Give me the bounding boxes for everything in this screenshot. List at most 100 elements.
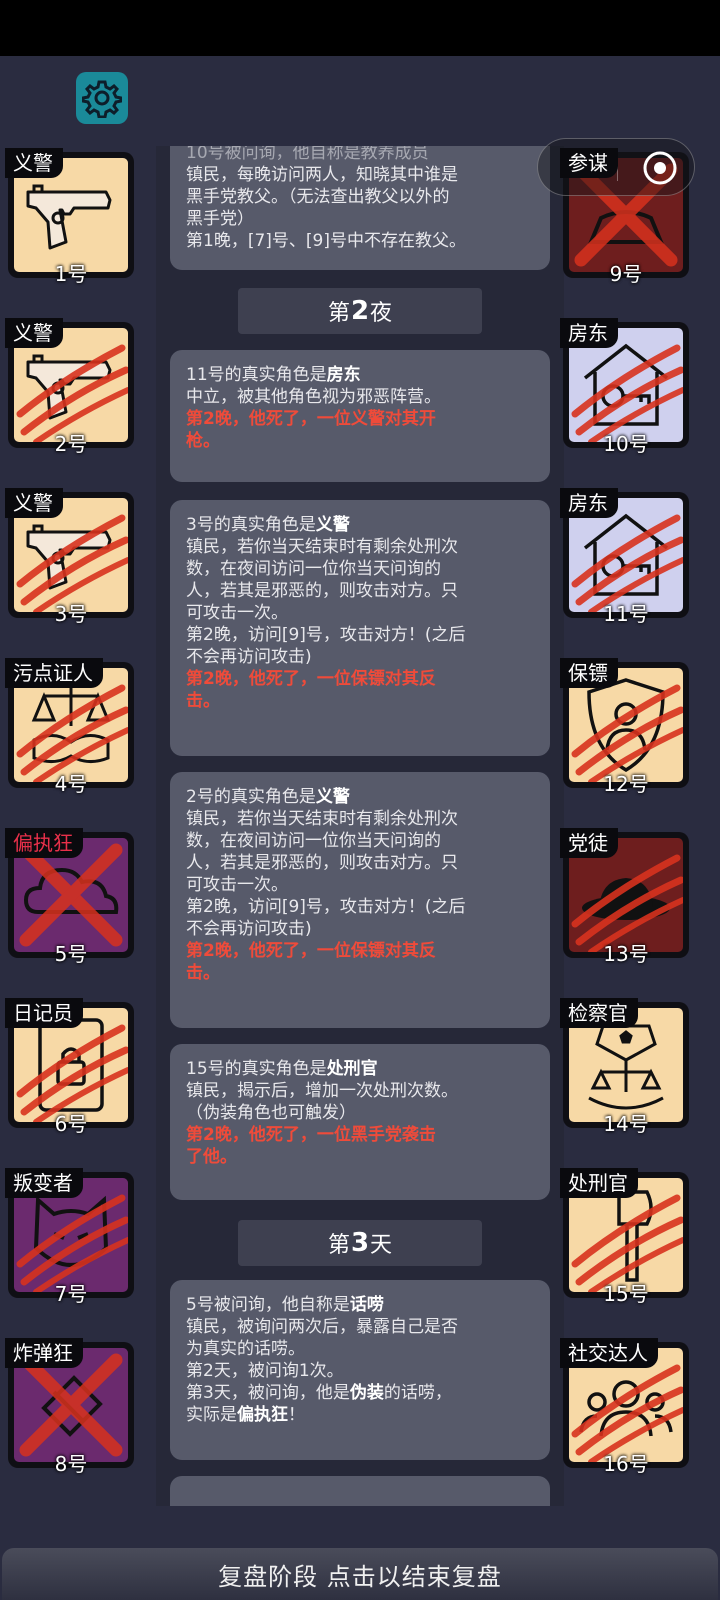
log-text: 11号的真实角色是 (186, 365, 327, 385)
seat-number: 4号 (54, 772, 88, 796)
log-text: 5号被问询，他自称是 (186, 1295, 350, 1315)
seat-number: 9号 (609, 262, 643, 286)
role-label: 污点证人 (5, 658, 103, 688)
seat-number: 12号 (603, 772, 649, 796)
role-name: 处刑官 (326, 1059, 378, 1079)
phase-prefix: 第 (327, 301, 350, 326)
gear-icon (82, 80, 122, 118)
end-review-button[interactable]: 复盘阶段 点击以结束复盘 (2, 1548, 718, 1600)
player-tile[interactable]: 房东 10号 (560, 318, 692, 456)
role-label: 社交达人 (560, 1338, 658, 1368)
log-text: 第2晚，访问[9]号，攻击对方！(之后 (186, 625, 466, 645)
seat-number: 10号 (603, 432, 649, 456)
role-name: 义警 (315, 787, 350, 807)
player-tile[interactable]: 炸弹狂 8号 (5, 1338, 137, 1476)
player-tile[interactable]: 义警 3号 (5, 488, 137, 626)
log-text: 15号的真实角色是 (186, 1059, 327, 1079)
role-label: 党徒 (560, 828, 618, 858)
role-label: 义警 (5, 488, 63, 518)
player-tile[interactable]: 检察官 14号 (560, 998, 692, 1136)
log-card: 15号的真实角色是处刑官 镇民，揭示后，增加一次处刑次数。 （伪装角色也可触发）… (170, 1044, 550, 1200)
role-label: 日记员 (5, 998, 83, 1028)
role-label: 检察官 (560, 998, 638, 1028)
log-text: 实际是 (186, 1405, 237, 1425)
death-text: 击。 (186, 963, 220, 983)
player-tile[interactable]: 义警 2号 (5, 318, 137, 456)
phase-number: 3 (350, 1228, 370, 1258)
player-tile[interactable]: 党徒 13号 (560, 828, 692, 966)
seat-number: 1号 (54, 262, 88, 286)
review-log[interactable]: 10号被问询，他自称是教养成员 镇民，每晚访问两人，知晓其中谁是 黑手党教父。（… (156, 146, 564, 1506)
role-name: 偏执狂 (237, 1405, 288, 1425)
log-text: 镇民，每晚访问两人，知晓其中谁是 (186, 165, 458, 185)
role-label: 叛变者 (5, 1168, 83, 1198)
role-label: 炸弹狂 (5, 1338, 83, 1368)
seat-number: 13号 (603, 942, 649, 966)
seat-number: 15号 (603, 1282, 649, 1306)
end-review-label: 复盘阶段 点击以结束复盘 (218, 1562, 502, 1591)
death-text: 击。 (186, 691, 220, 711)
log-text: 不会再访问攻击) (186, 647, 312, 667)
role-name: 伪装 (349, 1383, 384, 1403)
seat-number: 5号 (54, 942, 88, 966)
log-text: 3号的真实角色是 (186, 515, 316, 535)
phase-number: 2 (350, 296, 370, 326)
log-text: 人，若其是邪恶的，则攻击对方。只 (186, 853, 458, 873)
phase-suffix: 天 (370, 1233, 393, 1258)
log-card: 10号被问询，他自称是教养成员 镇民，每晚访问两人，知晓其中谁是 黑手党教父。（… (170, 146, 550, 270)
log-card (170, 1476, 550, 1506)
role-label: 房东 (560, 488, 618, 518)
log-text: 中立，被其他角色视为邪恶阵营。 (186, 387, 441, 407)
player-tile[interactable]: 房东 11号 (560, 488, 692, 626)
seat-number: 16号 (603, 1452, 649, 1476)
role-label: 参谋 (560, 148, 618, 178)
log-text: 为真实的话唠。 (186, 1339, 305, 1359)
log-text: 第1晚，[7]号、[9]号中不存在教父。 (186, 231, 466, 251)
player-tile[interactable]: 偏执狂 5号 (5, 828, 137, 966)
role-label: 偏执狂 (5, 828, 83, 858)
log-text: 可攻击一次。 (186, 603, 288, 623)
settings-button[interactable] (76, 72, 128, 124)
seat-number: 8号 (54, 1452, 88, 1476)
role-name: 义警 (315, 515, 350, 535)
log-text: 不会再访问攻击) (186, 919, 312, 939)
target-circle-icon[interactable] (642, 150, 678, 186)
log-card: 3号的真实角色是义警 镇民，若你当天结束时有剩余处刑次 数，在夜间访问一位你当天… (170, 500, 550, 756)
log-text: 人，若其是邪恶的，则攻击对方。只 (186, 581, 458, 601)
log-text: 10号被问询，他自称是教养成员 (186, 146, 429, 163)
player-tile[interactable]: 义警 1号 (5, 148, 137, 286)
player-tile[interactable]: 叛变者 7号 (5, 1168, 137, 1306)
phase-prefix: 第 (327, 1233, 350, 1258)
role-label: 房东 (560, 318, 618, 348)
log-text: 第2天，被问询1次。 (186, 1361, 344, 1381)
log-text: （伪装角色也可触发） (186, 1103, 356, 1123)
player-tile[interactable]: 保镖 12号 (560, 658, 692, 796)
log-text: 2号的真实角色是 (186, 787, 316, 807)
log-text: 镇民，揭示后，增加一次处刑次数。 (186, 1081, 458, 1101)
player-tile[interactable]: 社交达人 16号 (560, 1338, 692, 1476)
role-label: 保镖 (560, 658, 618, 688)
death-text: 第2晚，他死了，一位义警对其开 (186, 409, 436, 429)
death-text: 第2晚，他死了，一位黑手党袭击 (186, 1125, 436, 1145)
status-bar (0, 0, 720, 56)
role-label: 义警 (5, 318, 63, 348)
log-text: 镇民，若你当天结束时有剩余处刑次 (186, 809, 458, 829)
player-tile[interactable]: 处刑官 15号 (560, 1168, 692, 1306)
role-name: 话唠 (349, 1295, 384, 1315)
role-name: 房东 (326, 365, 361, 385)
player-tile[interactable]: 污点证人 4号 (5, 658, 137, 796)
seat-number: 2号 (54, 432, 88, 456)
log-text: 第2晚，访问[9]号，攻击对方！(之后 (186, 897, 466, 917)
log-text: 黑手党教父。（无法查出教父以外的 (186, 187, 450, 207)
seat-number: 7号 (54, 1282, 88, 1306)
log-text: 镇民，若你当天结束时有剩余处刑次 (186, 537, 458, 557)
log-card: 5号被问询，他自称是话唠 镇民，被询问两次后，暴露自己是否 为真实的话唠。 第2… (170, 1280, 550, 1460)
player-tile[interactable]: 日记员 6号 (5, 998, 137, 1136)
death-text: 了他。 (186, 1147, 237, 1167)
death-text: 第2晚，他死了，一位保镖对其反 (186, 669, 436, 689)
log-text: 的话唠， (383, 1383, 452, 1403)
log-text: 镇民，被询问两次后，暴露自己是否 (186, 1317, 458, 1337)
role-label: 处刑官 (560, 1168, 638, 1198)
log-text: ！ (288, 1405, 305, 1425)
log-text: 黑手党） (186, 209, 254, 229)
